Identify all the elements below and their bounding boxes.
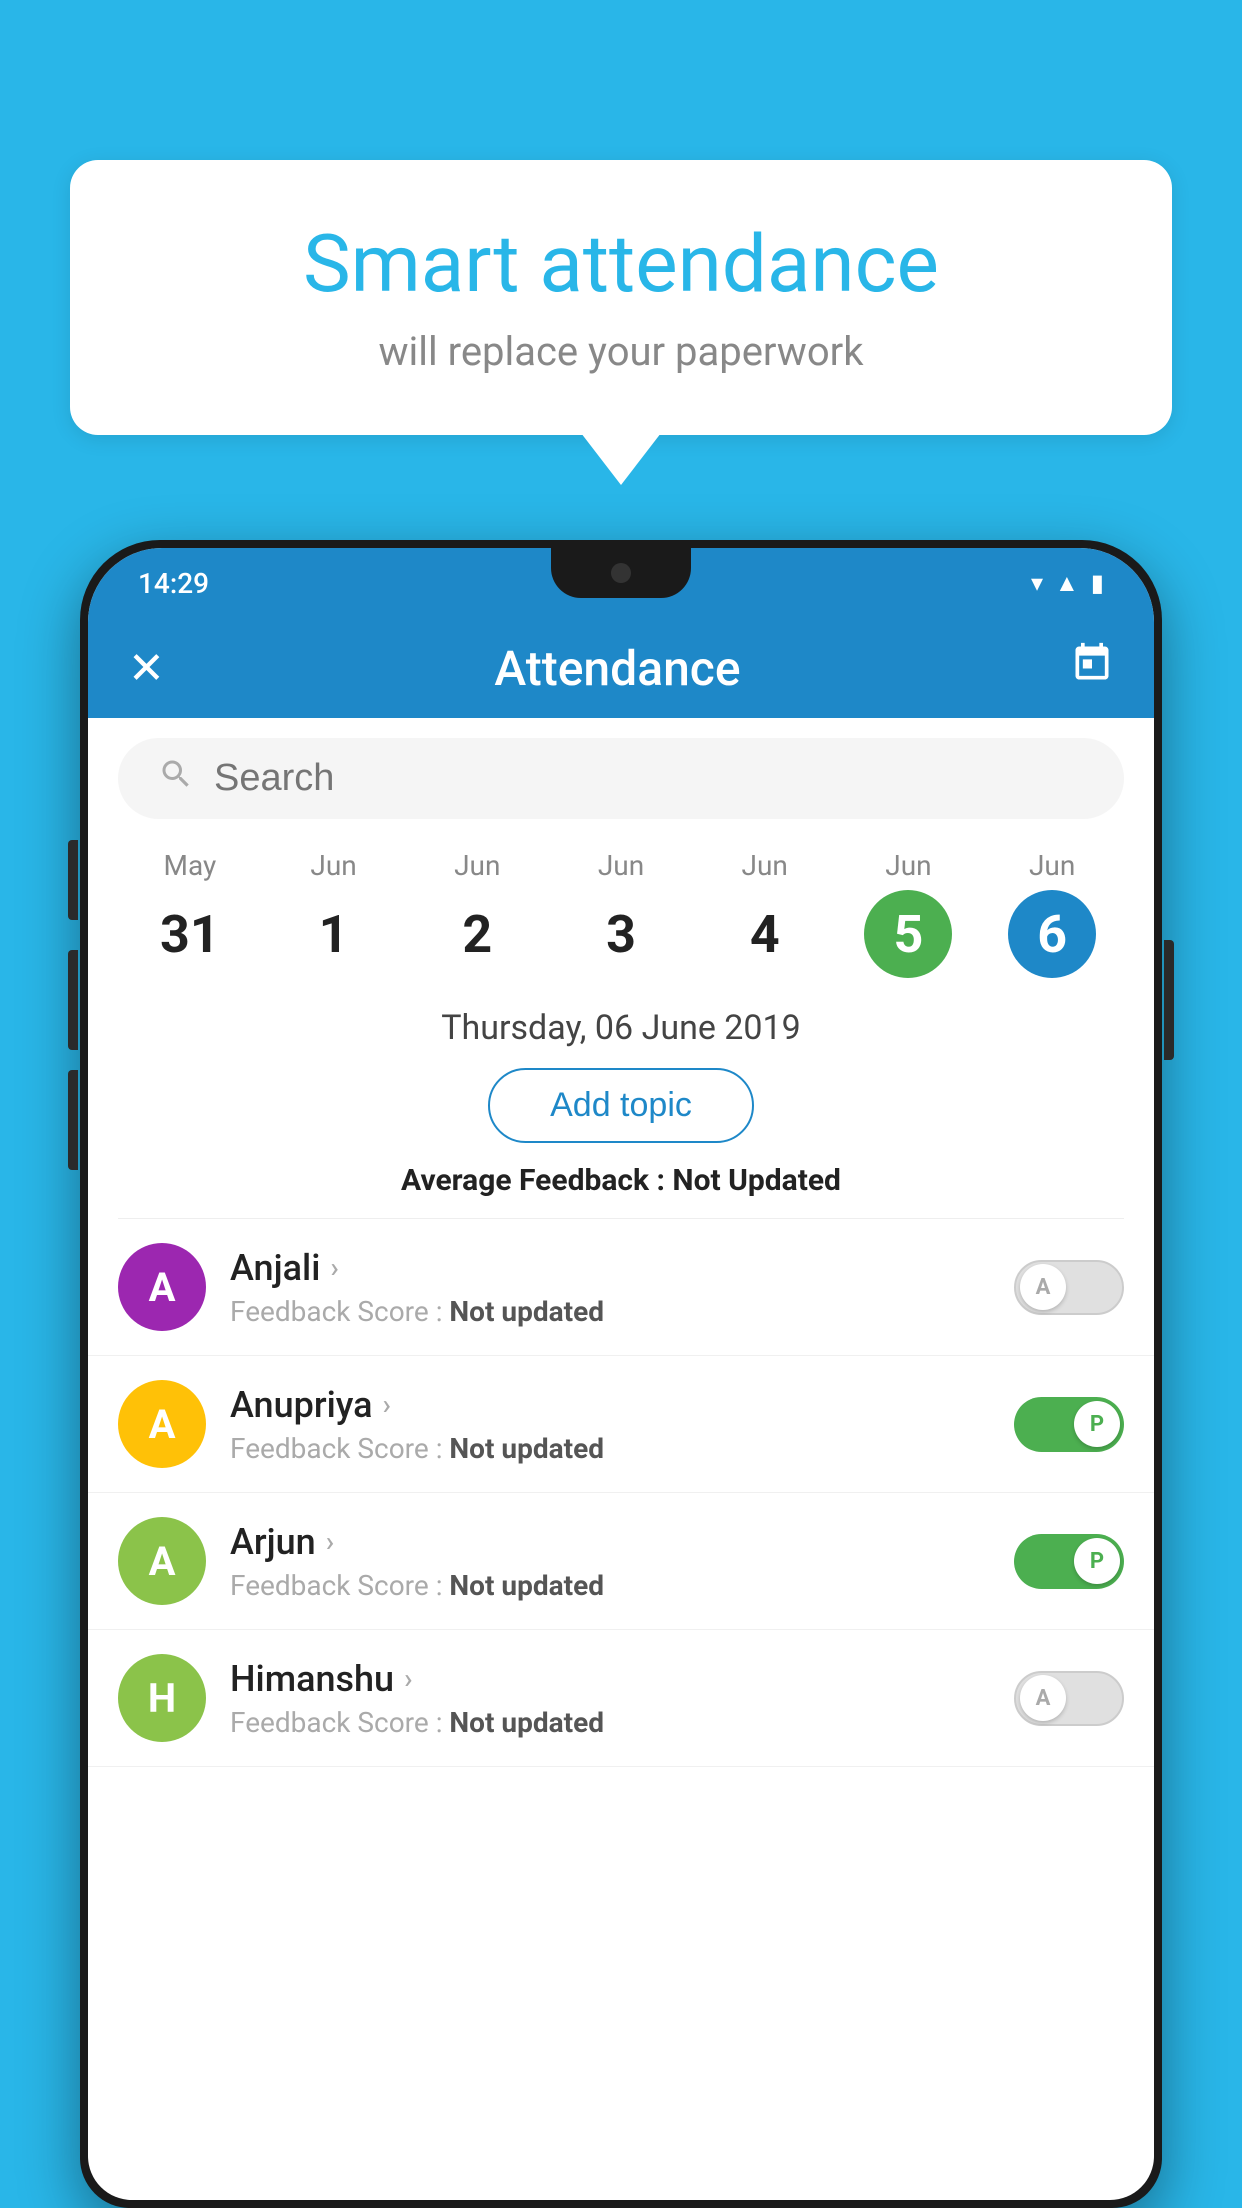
search-icon [158, 756, 194, 801]
date-month-2: Jun [454, 849, 500, 882]
wifi-icon: ▾ [1031, 569, 1043, 597]
date-item-6[interactable]: Jun 6 [980, 849, 1124, 978]
avg-feedback-value: Not Updated [672, 1163, 841, 1198]
date-month-5: Jun [885, 849, 931, 882]
student-feedback-anupriya: Feedback Score : Not updated [230, 1432, 990, 1465]
student-name-himanshu: Himanshu › [230, 1658, 990, 1700]
student-info-anupriya: Anupriya › Feedback Score : Not updated [230, 1384, 990, 1465]
date-num-5: 5 [864, 890, 952, 978]
chevron-icon-anjali: › [330, 1251, 338, 1284]
date-item-3[interactable]: Jun 3 [549, 849, 693, 978]
notch [551, 548, 691, 598]
date-picker: May 31 Jun 1 Jun 2 Jun 3 Jun 4 Jun 5 [88, 839, 1154, 998]
date-item-2[interactable]: Jun 2 [405, 849, 549, 978]
toggle-knob-anjali: A [1020, 1264, 1066, 1310]
phone-screen: 14:29 ▾ ▲ ▮ ✕ Attendance [88, 548, 1154, 2200]
date-item-5[interactable]: Jun 5 [837, 849, 981, 978]
chevron-icon-arjun: › [326, 1525, 334, 1558]
camera-dot [611, 563, 631, 583]
student-name-anupriya: Anupriya › [230, 1384, 990, 1426]
speech-bubble-container: Smart attendance will replace your paper… [70, 160, 1172, 435]
speech-bubble: Smart attendance will replace your paper… [70, 160, 1172, 435]
phone-frame: 14:29 ▾ ▲ ▮ ✕ Attendance [80, 540, 1162, 2208]
date-item-0[interactable]: May 31 [118, 849, 262, 978]
student-item-himanshu[interactable]: H Himanshu › Feedback Score : Not update… [88, 1630, 1154, 1767]
status-icons: ▾ ▲ ▮ [1031, 569, 1104, 598]
date-num-1: 1 [290, 890, 378, 978]
bubble-subtitle: will replace your paperwork [150, 328, 1092, 375]
toggle-knob-anupriya: P [1074, 1401, 1120, 1447]
search-bar[interactable] [118, 738, 1124, 819]
avg-feedback-label: Average Feedback : [401, 1163, 665, 1198]
side-button-right [1164, 940, 1174, 1060]
avatar-himanshu: H [118, 1654, 206, 1742]
toggle-anjali[interactable]: A [1014, 1260, 1124, 1315]
status-bar: 14:29 ▾ ▲ ▮ [88, 548, 1154, 618]
toggle-knob-arjun: P [1074, 1538, 1120, 1584]
student-name-arjun: Arjun › [230, 1521, 990, 1563]
date-num-2: 2 [433, 890, 521, 978]
date-month-6: Jun [1029, 849, 1075, 882]
student-feedback-anjali: Feedback Score : Not updated [230, 1295, 990, 1328]
date-num-4: 4 [721, 890, 809, 978]
selected-date-info: Thursday, 06 June 2019 [88, 998, 1154, 1068]
student-item-anupriya[interactable]: A Anupriya › Feedback Score : Not update… [88, 1356, 1154, 1493]
date-num-6: 6 [1008, 890, 1096, 978]
date-num-3: 3 [577, 890, 665, 978]
student-list: A Anjali › Feedback Score : Not updated … [88, 1219, 1154, 1767]
student-item-arjun[interactable]: A Arjun › Feedback Score : Not updated P [88, 1493, 1154, 1630]
student-info-anjali: Anjali › Feedback Score : Not updated [230, 1247, 990, 1328]
avatar-arjun: A [118, 1517, 206, 1605]
app-bar-title: Attendance [494, 640, 740, 697]
toggle-anupriya[interactable]: P [1014, 1397, 1124, 1452]
student-feedback-arjun: Feedback Score : Not updated [230, 1569, 990, 1602]
date-num-0: 31 [146, 890, 234, 978]
avatar-anjali: A [118, 1243, 206, 1331]
date-month-3: Jun [598, 849, 644, 882]
bubble-title: Smart attendance [150, 220, 1092, 308]
calendar-icon[interactable] [1070, 641, 1114, 696]
close-icon[interactable]: ✕ [128, 642, 165, 694]
toggle-arjun[interactable]: P [1014, 1534, 1124, 1589]
avg-feedback: Average Feedback : Not Updated [88, 1163, 1154, 1198]
side-button-left-3 [68, 1070, 78, 1170]
date-month-0: May [164, 849, 217, 882]
avatar-anupriya: A [118, 1380, 206, 1468]
status-time: 14:29 [138, 567, 209, 600]
date-item-1[interactable]: Jun 1 [262, 849, 406, 978]
battery-icon: ▮ [1091, 569, 1104, 597]
signal-icon: ▲ [1055, 569, 1079, 598]
toggle-knob-himanshu: A [1020, 1675, 1066, 1721]
side-button-left-1 [68, 840, 78, 920]
student-feedback-himanshu: Feedback Score : Not updated [230, 1706, 990, 1739]
student-info-arjun: Arjun › Feedback Score : Not updated [230, 1521, 990, 1602]
side-button-left-2 [68, 950, 78, 1050]
add-topic-button[interactable]: Add topic [488, 1068, 754, 1143]
date-month-1: Jun [310, 849, 356, 882]
app-bar: ✕ Attendance [88, 618, 1154, 718]
chevron-icon-himanshu: › [404, 1662, 412, 1695]
chevron-icon-anupriya: › [383, 1388, 391, 1421]
search-input[interactable] [214, 757, 1084, 800]
student-item-anjali[interactable]: A Anjali › Feedback Score : Not updated … [88, 1219, 1154, 1356]
student-info-himanshu: Himanshu › Feedback Score : Not updated [230, 1658, 990, 1739]
student-name-anjali: Anjali › [230, 1247, 990, 1289]
date-month-4: Jun [742, 849, 788, 882]
date-item-4[interactable]: Jun 4 [693, 849, 837, 978]
toggle-himanshu[interactable]: A [1014, 1671, 1124, 1726]
